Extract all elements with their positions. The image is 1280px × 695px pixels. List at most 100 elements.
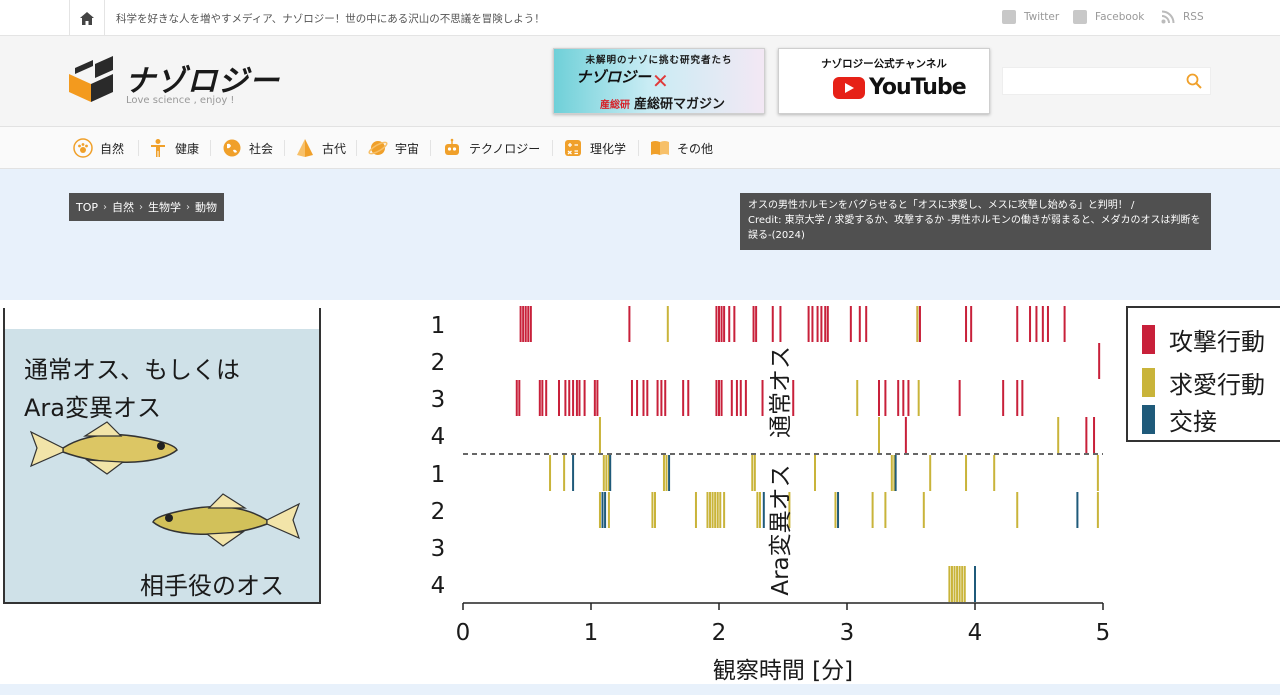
- nav-item-nature[interactable]: 自然: [73, 127, 124, 169]
- row-label: 1: [431, 313, 446, 339]
- event-mark: [820, 306, 823, 342]
- event-mark: [723, 492, 726, 528]
- nav-item-label: その他: [677, 141, 714, 156]
- event-mark: [656, 380, 659, 416]
- legend-swatch: [1142, 405, 1155, 434]
- rss-icon: [1161, 10, 1175, 24]
- event-mark: [948, 566, 951, 602]
- event-mark: [654, 492, 656, 528]
- row-label: 1: [431, 462, 446, 488]
- event-mark: [897, 380, 900, 416]
- raster-plot: 1 2 3 4 1 2 3 4 0 1 2 3 4 5 通常オス Ara変異オス 観察時間 [分]: [431, 306, 1110, 684]
- facebook-link[interactable]: Facebook: [1073, 10, 1144, 24]
- x-tick-label: 2: [712, 620, 727, 646]
- event-mark: [826, 306, 829, 342]
- event-mark: [950, 566, 953, 602]
- event-mark: [739, 380, 742, 416]
- home-button[interactable]: [69, 0, 105, 36]
- event-mark: [563, 455, 566, 491]
- search-icon[interactable]: [1186, 73, 1202, 89]
- twitter-label: Twitter: [1024, 11, 1060, 23]
- event-mark: [1016, 380, 1019, 416]
- nav-item-science[interactable]: 理化学: [563, 127, 626, 169]
- event-mark: [602, 455, 605, 491]
- event-mark: [687, 380, 690, 416]
- logo-subtitle: Love science , enjoy !: [126, 95, 235, 106]
- event-mark: [758, 492, 761, 528]
- event-mark: [917, 380, 920, 416]
- event-mark: [628, 306, 631, 342]
- event-mark: [715, 380, 718, 416]
- y-label-ara-mutant: Ara変異オス: [768, 464, 794, 595]
- facebook-label: Facebook: [1095, 11, 1145, 23]
- site-logo[interactable]: ナゾロジー Love science , enjoy !: [69, 54, 289, 110]
- event-mark: [706, 492, 709, 528]
- banner1-cross: ✕: [652, 69, 669, 93]
- event-mark: [564, 380, 567, 416]
- event-mark: [718, 306, 720, 342]
- rss-link[interactable]: RSS: [1161, 10, 1204, 24]
- legend-item-courtship: 求愛行動: [1142, 365, 1265, 400]
- event-mark: [894, 455, 897, 491]
- x-tick-label: 1: [584, 620, 599, 646]
- row-label: 4: [431, 573, 446, 599]
- event-mark: [824, 306, 827, 342]
- rss-label: RSS: [1183, 11, 1204, 23]
- breadcrumb-item-top[interactable]: TOP: [76, 201, 98, 214]
- event-mark: [730, 380, 733, 416]
- event-mark: [1096, 492, 1099, 528]
- nav-item-other[interactable]: その他: [650, 127, 713, 169]
- nav-divider: [210, 140, 211, 156]
- event-mark: [1093, 417, 1096, 453]
- facebook-icon: [1073, 10, 1087, 24]
- nav-item-health[interactable]: 健康: [148, 127, 199, 169]
- legend-item-mating: 交接: [1142, 402, 1217, 437]
- event-mark: [630, 380, 633, 416]
- twitter-icon: [1002, 10, 1016, 24]
- chevron-right-icon: ›: [103, 201, 108, 213]
- search-input[interactable]: [1002, 67, 1211, 95]
- event-mark: [856, 380, 859, 416]
- event-mark: [965, 306, 968, 342]
- youtube-logo: YouTube: [833, 75, 967, 100]
- nav-item-label: テクノロジー: [469, 141, 541, 156]
- banner1-magazine-name: 産総研マガジン: [634, 97, 726, 112]
- youtube-channel-banner[interactable]: ナゾロジー公式チャンネル YouTube: [778, 48, 990, 114]
- legend-item-attack: 攻撃行動: [1142, 322, 1265, 357]
- x-tick-label: 3: [840, 620, 855, 646]
- row-labels: 1 2 3 4 1 2 3 4: [431, 313, 446, 599]
- event-mark: [1002, 380, 1005, 416]
- nav-divider: [356, 140, 357, 156]
- event-mark: [662, 455, 665, 491]
- chevron-right-icon: ›: [139, 201, 144, 213]
- event-mark: [545, 380, 548, 416]
- nav-item-label: 自然: [100, 141, 125, 156]
- nav-item-label: 古代: [322, 141, 347, 156]
- youtube-wordmark: YouTube: [869, 75, 967, 100]
- nav-item-space[interactable]: 宇宙: [368, 127, 419, 169]
- breadcrumb-item-biology[interactable]: 生物学: [148, 199, 181, 215]
- nav-item-ancient[interactable]: 古代: [295, 127, 346, 169]
- event-mark: [929, 455, 932, 491]
- twitter-link[interactable]: Twitter: [1002, 10, 1059, 24]
- event-mark: [956, 566, 959, 602]
- event-mark: [807, 306, 810, 342]
- event-mark: [578, 380, 581, 416]
- breadcrumb-item-nature[interactable]: 自然: [112, 199, 134, 215]
- event-mark: [607, 492, 610, 528]
- event-mark: [636, 380, 639, 416]
- event-mark: [816, 306, 819, 342]
- event-mark: [529, 306, 532, 342]
- event-mark: [605, 455, 608, 491]
- chart-legend: 攻撃行動 求愛行動 交接: [1126, 306, 1280, 442]
- event-mark: [682, 380, 685, 416]
- event-mark: [572, 455, 575, 491]
- nav-item-technology[interactable]: テクノロジー: [442, 127, 540, 169]
- breadcrumb-item-animal[interactable]: 動物: [195, 199, 217, 215]
- event-mark: [756, 492, 759, 528]
- sanken-magazine-banner[interactable]: 未解明のナゾに挑む研究者たち ナゾロジー ✕ 産総研 産総研マガジン: [553, 48, 765, 114]
- event-mark: [752, 306, 755, 342]
- event-mark: [575, 380, 578, 416]
- event-mark: [779, 306, 782, 342]
- nav-item-society[interactable]: 社会: [222, 127, 273, 169]
